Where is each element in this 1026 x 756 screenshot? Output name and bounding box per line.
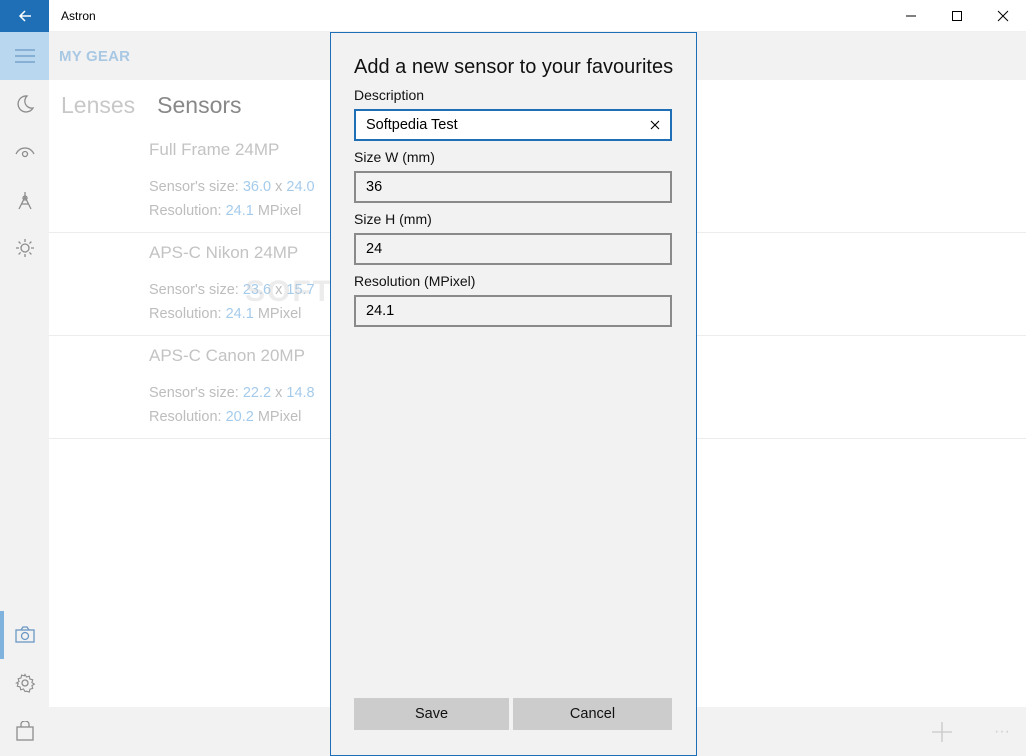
- resolution-value: 20.2: [225, 409, 254, 425]
- clear-icon: [650, 120, 660, 130]
- close-window-button[interactable]: [980, 0, 1026, 32]
- save-button[interactable]: Save: [354, 698, 509, 730]
- telescope-icon: [17, 192, 32, 210]
- selection-indicator: [0, 611, 4, 659]
- page-title: MY GEAR: [59, 48, 131, 65]
- resolution-label: Resolution:: [149, 203, 222, 219]
- size-width: 22.2: [242, 385, 272, 401]
- sensor-size-line: Sensor's size: 22.2 x 14.8: [149, 385, 315, 401]
- clear-button[interactable]: [644, 114, 666, 136]
- title-bar: Astron: [0, 0, 1026, 32]
- nav-store-button[interactable]: [0, 707, 49, 755]
- description-label: Description: [354, 87, 425, 103]
- resolution-label: Resolution:: [149, 409, 222, 425]
- resolution-field-label: Resolution (MPixel): [354, 273, 476, 289]
- width-value: 36: [366, 179, 383, 195]
- close-icon: [997, 10, 1009, 22]
- add-button[interactable]: [918, 707, 966, 756]
- add-icon: [932, 721, 952, 742]
- sensor-name: APS-C Nikon 24MP: [149, 243, 299, 262]
- cancel-button[interactable]: Cancel: [513, 698, 672, 730]
- size-label: Sensor's size:: [149, 282, 239, 298]
- minimize-icon: [906, 15, 916, 17]
- width-field[interactable]: 36: [354, 171, 672, 203]
- gear-icon: [14, 673, 35, 693]
- size-label: Sensor's size:: [149, 385, 239, 401]
- nav-settings-button[interactable]: [0, 659, 49, 707]
- resolution-field-value: 24.1: [366, 303, 395, 319]
- store-icon: [15, 721, 34, 741]
- height-field[interactable]: 24: [354, 233, 672, 265]
- sensor-resolution-line: Resolution: 24.1 MPixel: [149, 203, 301, 219]
- height-label: Size H (mm): [354, 211, 432, 227]
- app-title: Astron: [61, 9, 96, 23]
- maximize-button[interactable]: [934, 0, 980, 32]
- description-value: Softpedia Test: [366, 117, 458, 133]
- description-field[interactable]: Softpedia Test: [354, 109, 672, 141]
- sun-icon: [15, 239, 34, 257]
- size-width: 36.0: [242, 179, 272, 195]
- sensor-size-line: Sensor's size: 36.0 x 24.0: [149, 179, 315, 195]
- sensor-name: Full Frame 24MP: [149, 140, 280, 159]
- width-label: Size W (mm): [354, 149, 435, 165]
- back-arrow-icon: [18, 10, 31, 22]
- resolution-value: 24.1: [225, 203, 254, 219]
- size-height: 14.8: [286, 385, 315, 401]
- resolution-unit: MPixel: [257, 203, 302, 219]
- sensor-name: APS-C Canon 20MP: [149, 346, 305, 365]
- hamburger-button[interactable]: [0, 32, 49, 80]
- resolution-field[interactable]: 24.1: [354, 295, 672, 327]
- nav-sun-button[interactable]: [0, 224, 49, 272]
- size-label: Sensor's size:: [149, 179, 239, 195]
- more-button[interactable]: ···: [978, 707, 1026, 756]
- size-separator: x: [275, 179, 283, 195]
- hamburger-icon: [14, 49, 35, 63]
- back-button[interactable]: [0, 0, 49, 32]
- sensor-resolution-line: Resolution: 20.2 MPixel: [149, 409, 301, 425]
- nav-telescope-button[interactable]: [0, 176, 49, 224]
- tab-lenses[interactable]: Lenses: [61, 92, 135, 118]
- nav-view-button[interactable]: [0, 128, 49, 176]
- resolution-unit: MPixel: [257, 409, 302, 425]
- size-height: 24.0: [286, 179, 315, 195]
- camera-icon: [14, 626, 35, 643]
- resolution-label: Resolution:: [149, 306, 222, 322]
- minimize-button[interactable]: [888, 0, 934, 32]
- nav-night-button[interactable]: [0, 80, 49, 128]
- nav-rail: [0, 32, 49, 756]
- eye-icon: [14, 147, 35, 158]
- pivot-tabs: Lenses Sensors: [61, 92, 264, 119]
- size-separator: x: [275, 385, 283, 401]
- tab-sensors[interactable]: Sensors: [157, 92, 241, 118]
- nav-gear-camera-button[interactable]: [0, 611, 49, 659]
- add-sensor-dialog: Add a new sensor to your favourites Desc…: [330, 32, 697, 756]
- height-value: 24: [366, 241, 383, 257]
- maximize-icon: [952, 11, 962, 21]
- dialog-title: Add a new sensor to your favourites: [354, 56, 674, 78]
- moon-icon: [16, 95, 34, 113]
